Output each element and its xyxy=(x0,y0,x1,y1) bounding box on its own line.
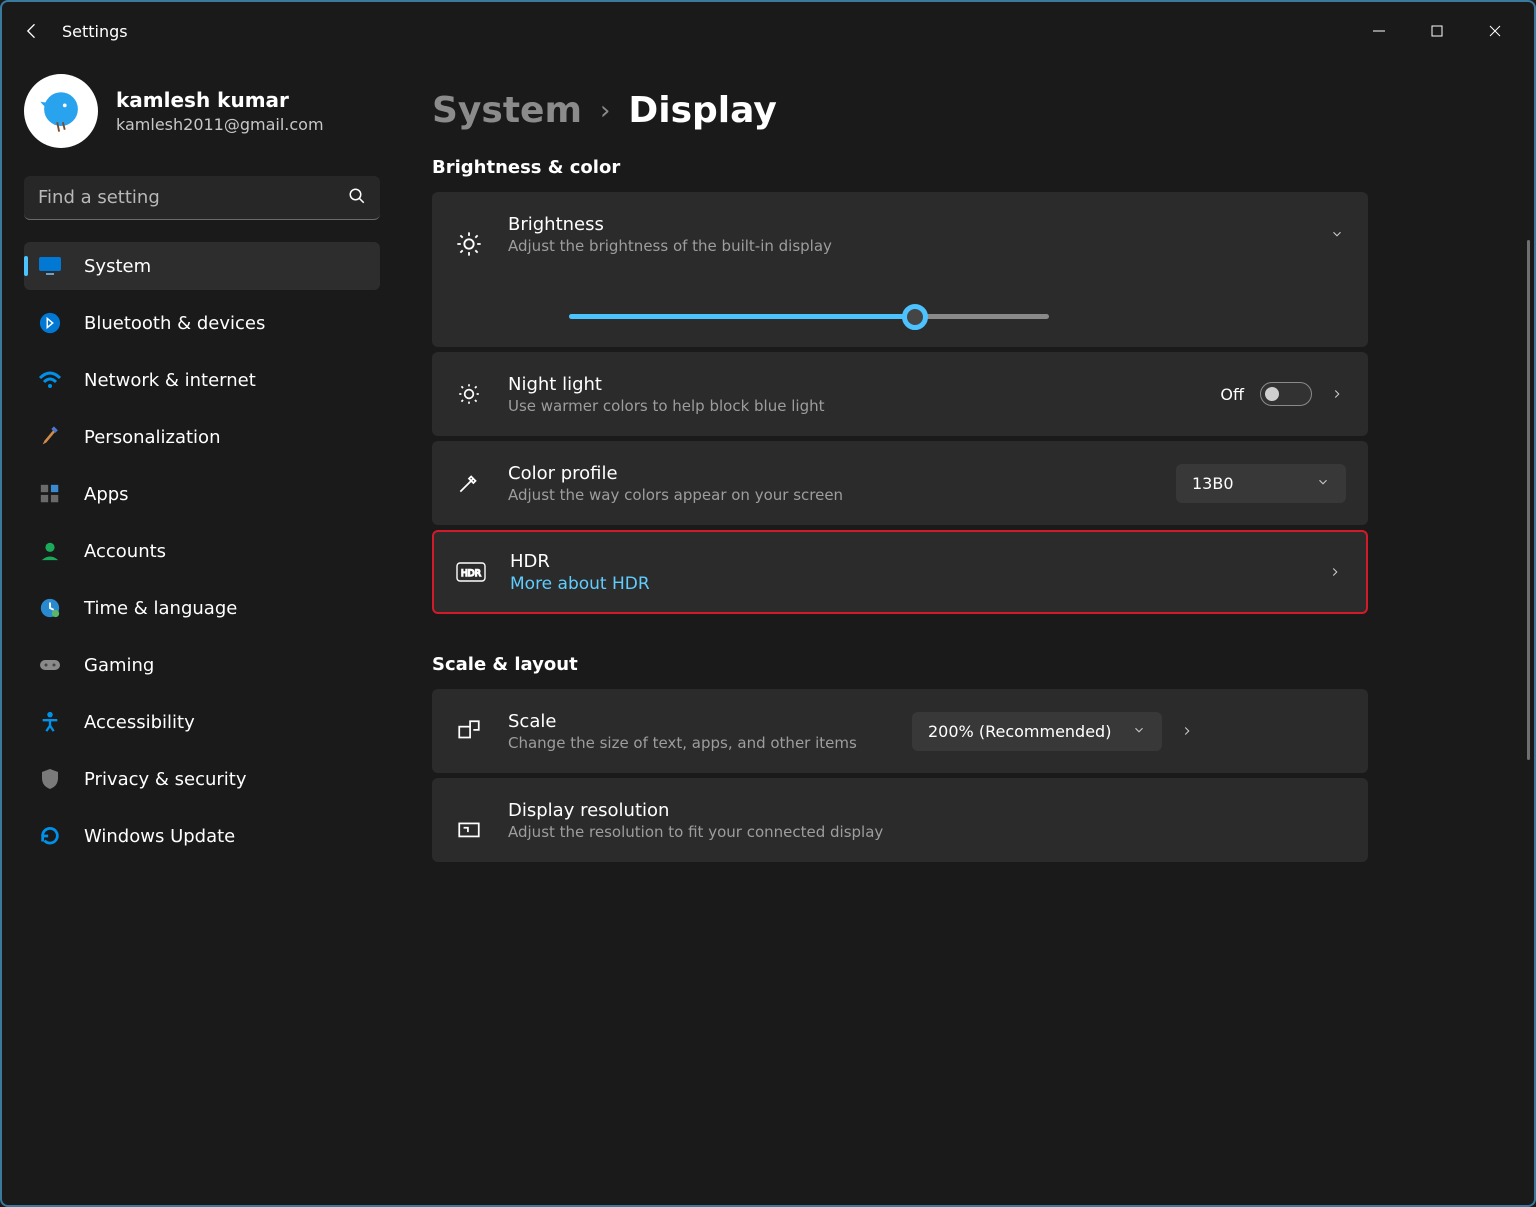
sidebar: kamlesh kumar kamlesh2011@gmail.com Syst… xyxy=(2,60,402,1205)
brightness-slider[interactable] xyxy=(569,314,1049,319)
scrollbar[interactable] xyxy=(1527,240,1530,760)
eyedropper-icon xyxy=(454,470,484,496)
card-brightness[interactable]: Brightness Adjust the brightness of the … xyxy=(432,192,1368,347)
update-icon xyxy=(38,824,62,848)
sun-icon xyxy=(454,230,484,258)
sidebar-item-gaming[interactable]: Gaming xyxy=(24,641,380,689)
card-color-profile[interactable]: Color profile Adjust the way colors appe… xyxy=(432,441,1368,525)
night-light-toggle[interactable] xyxy=(1260,382,1312,406)
sidebar-item-label: Personalization xyxy=(84,427,220,448)
sidebar-item-label: Windows Update xyxy=(84,826,235,847)
close-button[interactable] xyxy=(1466,11,1524,51)
scale-dropdown[interactable]: 200% (Recommended) xyxy=(912,712,1162,751)
minimize-button[interactable] xyxy=(1350,11,1408,51)
breadcrumb: System › Display xyxy=(432,90,1534,131)
sidebar-item-label: Accessibility xyxy=(84,712,195,733)
svg-text:HDR: HDR xyxy=(461,569,481,579)
clock-icon xyxy=(38,596,62,620)
search-input[interactable] xyxy=(24,176,380,220)
sidebar-item-label: Accounts xyxy=(84,541,166,562)
hdr-title: HDR xyxy=(510,551,1302,572)
chevron-right-icon[interactable] xyxy=(1178,722,1196,740)
card-night-light[interactable]: Night light Use warmer colors to help bl… xyxy=(432,352,1368,436)
night-light-icon xyxy=(454,381,484,407)
window-title: Settings xyxy=(62,22,128,41)
night-light-sub: Use warmer colors to help block blue lig… xyxy=(508,397,1196,415)
sidebar-item-label: Time & language xyxy=(84,598,237,619)
sidebar-item-label: Bluetooth & devices xyxy=(84,313,265,334)
sidebar-item-network[interactable]: Network & internet xyxy=(24,356,380,404)
card-scale[interactable]: Scale Change the size of text, apps, and… xyxy=(432,689,1368,773)
card-hdr[interactable]: HDR HDR More about HDR xyxy=(432,530,1368,614)
brightness-title: Brightness xyxy=(508,214,1304,235)
night-light-state: Off xyxy=(1220,385,1244,404)
avatar xyxy=(24,74,98,148)
sidebar-item-label: Network & internet xyxy=(84,370,256,391)
shield-icon xyxy=(38,767,62,791)
breadcrumb-current: Display xyxy=(628,90,776,131)
hdr-link[interactable]: More about HDR xyxy=(510,574,1302,594)
hdr-icon: HDR xyxy=(456,562,486,582)
sidebar-item-system[interactable]: System xyxy=(24,242,380,290)
section-header-brightness: Brightness & color xyxy=(432,157,1534,178)
scale-value: 200% (Recommended) xyxy=(928,722,1111,741)
resolution-icon xyxy=(454,818,484,844)
scale-icon xyxy=(454,718,484,744)
night-light-title: Night light xyxy=(508,374,1196,395)
user-name: kamlesh kumar xyxy=(116,88,324,112)
color-profile-sub: Adjust the way colors appear on your scr… xyxy=(508,486,1152,504)
main-panel: System › Display Brightness & color Brig… xyxy=(402,60,1534,1205)
color-profile-value: 13B0 xyxy=(1192,474,1234,493)
brush-icon xyxy=(38,425,62,449)
card-display-resolution[interactable]: Display resolution Adjust the resolution… xyxy=(432,778,1368,862)
sidebar-item-apps[interactable]: Apps xyxy=(24,470,380,518)
title-bar: Settings xyxy=(2,2,1534,60)
search-icon xyxy=(348,187,366,209)
chevron-down-icon xyxy=(1132,722,1146,741)
chevron-down-icon[interactable] xyxy=(1328,225,1346,243)
user-block[interactable]: kamlesh kumar kamlesh2011@gmail.com xyxy=(24,74,380,148)
chevron-right-icon[interactable] xyxy=(1328,385,1346,403)
accessibility-icon xyxy=(38,710,62,734)
sidebar-item-bluetooth[interactable]: Bluetooth & devices xyxy=(24,299,380,347)
window-controls xyxy=(1350,11,1524,51)
sidebar-item-accessibility[interactable]: Accessibility xyxy=(24,698,380,746)
color-profile-dropdown[interactable]: 13B0 xyxy=(1176,464,1346,503)
chevron-right-icon: › xyxy=(600,96,610,126)
breadcrumb-parent[interactable]: System xyxy=(432,90,582,131)
person-icon xyxy=(38,539,62,563)
sidebar-item-time-language[interactable]: Time & language xyxy=(24,584,380,632)
chevron-right-icon[interactable] xyxy=(1326,563,1344,581)
sidebar-item-label: System xyxy=(84,256,151,277)
apps-icon xyxy=(38,482,62,506)
sidebar-item-windows-update[interactable]: Windows Update xyxy=(24,812,380,860)
resolution-sub: Adjust the resolution to fit your connec… xyxy=(508,823,1346,841)
sidebar-item-label: Apps xyxy=(84,484,129,505)
sidebar-item-label: Privacy & security xyxy=(84,769,247,790)
scale-sub: Change the size of text, apps, and other… xyxy=(508,734,888,752)
sidebar-item-privacy[interactable]: Privacy & security xyxy=(24,755,380,803)
wifi-icon xyxy=(38,368,62,392)
sidebar-item-label: Gaming xyxy=(84,655,154,676)
sidebar-nav: System Bluetooth & devices Network & int… xyxy=(24,242,380,860)
back-button[interactable] xyxy=(12,21,52,41)
bluetooth-icon xyxy=(38,311,62,335)
user-email: kamlesh2011@gmail.com xyxy=(116,115,324,134)
gamepad-icon xyxy=(38,653,62,677)
section-header-scale: Scale & layout xyxy=(432,654,1534,675)
resolution-title: Display resolution xyxy=(508,800,1346,821)
system-icon xyxy=(38,254,62,278)
sidebar-item-personalization[interactable]: Personalization xyxy=(24,413,380,461)
brightness-sub: Adjust the brightness of the built-in di… xyxy=(508,237,1304,255)
sidebar-item-accounts[interactable]: Accounts xyxy=(24,527,380,575)
scale-title: Scale xyxy=(508,711,888,732)
maximize-button[interactable] xyxy=(1408,11,1466,51)
color-profile-title: Color profile xyxy=(508,463,1152,484)
chevron-down-icon xyxy=(1316,474,1330,493)
